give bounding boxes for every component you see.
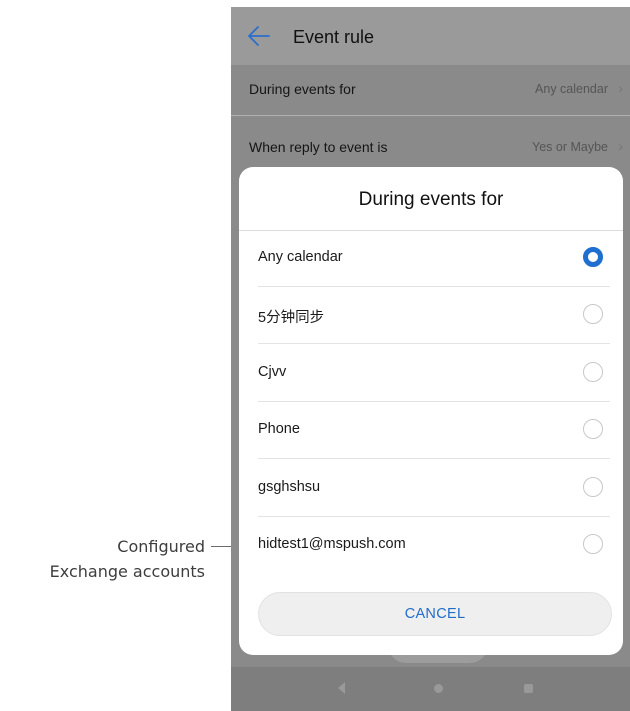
radio-unselected-icon[interactable] [583, 362, 603, 382]
radio-unselected-icon[interactable] [583, 304, 603, 324]
calendar-picker-dialog: During events for Any calendar 5分钟同步 Cjv… [239, 167, 623, 655]
nav-back-icon[interactable] [338, 682, 345, 694]
setting-label: When reply to event is [249, 139, 388, 155]
page-title: Event rule [293, 27, 375, 47]
option-phone[interactable]: Phone [239, 402, 623, 459]
nav-recents-icon[interactable] [524, 684, 533, 693]
radio-selected-icon[interactable] [583, 247, 603, 267]
callout-line1: Configured [117, 537, 205, 556]
phone-screen: Event rule During events for Any calenda… [231, 7, 630, 711]
divider [258, 343, 610, 344]
option-cjvv[interactable]: Cjvv [239, 345, 623, 402]
setting-value: Any calendar [535, 82, 608, 96]
divider [258, 458, 610, 459]
option-label: gsghshsu [258, 479, 321, 495]
option-any-calendar[interactable]: Any calendar [239, 230, 623, 287]
divider [231, 115, 630, 116]
chevron-right-icon: › [618, 138, 623, 154]
app-header: Event rule [231, 7, 630, 65]
setting-reply-to-event[interactable]: When reply to event is Yes or Maybe › [231, 123, 630, 173]
option-label: Phone [258, 421, 300, 437]
setting-during-events[interactable]: During events for Any calendar › [231, 65, 630, 115]
radio-unselected-icon[interactable] [583, 477, 603, 497]
option-label: hidtest1@mspush.com [258, 536, 406, 552]
radio-unselected-icon[interactable] [583, 419, 603, 439]
nav-home-icon[interactable] [434, 684, 443, 693]
option-label: Any calendar [258, 249, 343, 265]
option-5min-sync[interactable]: 5分钟同步 [239, 287, 623, 344]
setting-label: During events for [249, 81, 356, 97]
option-label: 5分钟同步 [258, 310, 325, 326]
cancel-label: CANCEL [404, 606, 466, 622]
system-nav-bar [231, 667, 630, 711]
option-gsghshsu[interactable]: gsghshsu [239, 460, 623, 517]
callout-line2: Exchange accounts [49, 562, 205, 581]
cancel-button[interactable]: CANCEL [258, 592, 612, 636]
arrow-left-icon[interactable] [247, 25, 271, 47]
dialog-title: During events for [358, 189, 504, 210]
setting-value: Yes or Maybe [532, 140, 608, 154]
option-label: Cjvv [258, 364, 287, 380]
chevron-right-icon: › [618, 80, 623, 96]
callout-annotation: Configured Exchange accounts [0, 534, 205, 584]
option-exchange-account[interactable]: hidtest1@mspush.com [239, 517, 623, 574]
radio-unselected-icon[interactable] [583, 534, 603, 554]
